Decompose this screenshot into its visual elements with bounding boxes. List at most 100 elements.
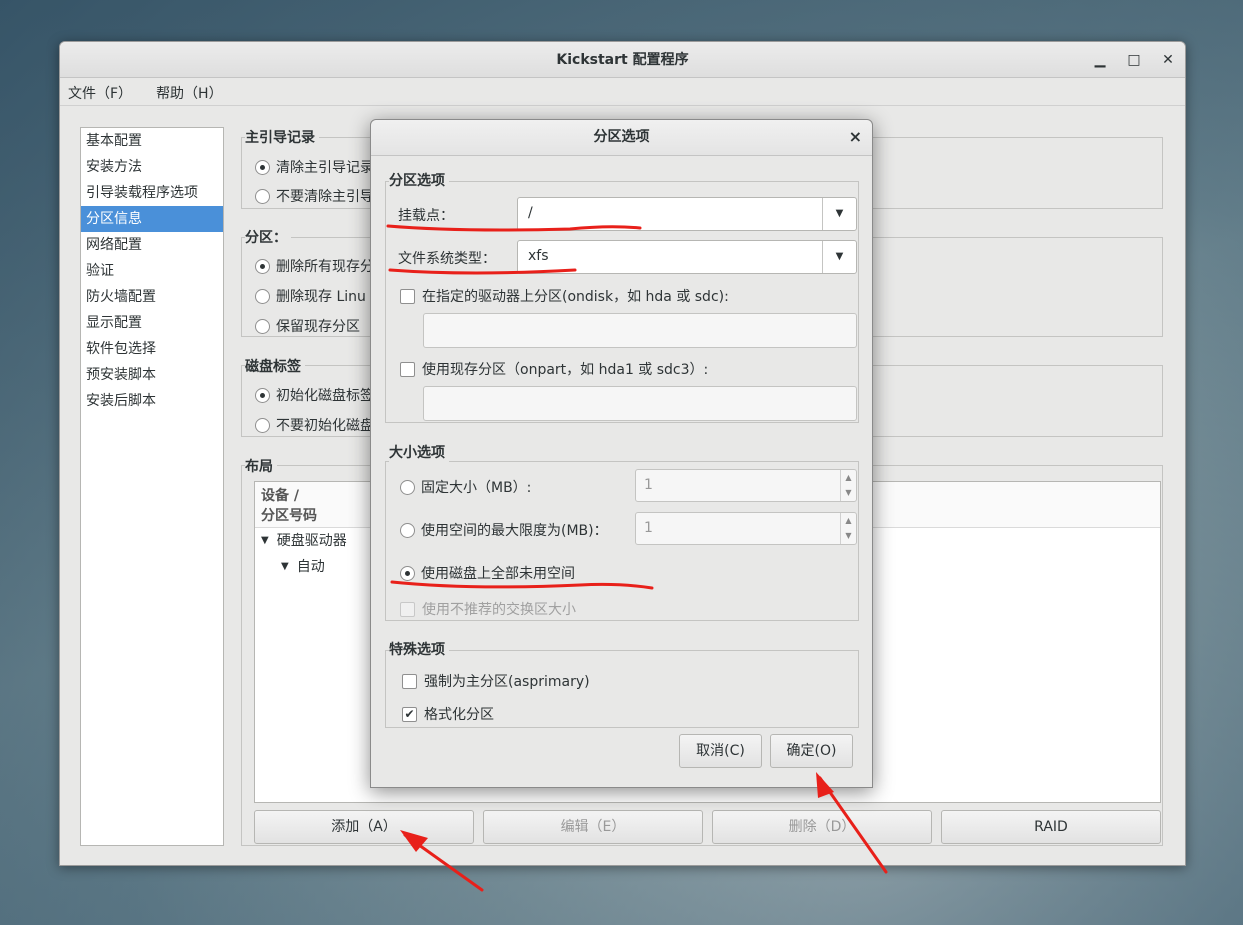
special-options-title: 特殊选项 [389,639,449,659]
radio-checked-icon [255,387,270,403]
sidebar-item-postscript[interactable]: 安装后脚本 [81,388,223,414]
mbr-keep-radio[interactable]: 不要清除主引导 [255,186,374,206]
tree-root-label: 硬盘驱动器 [276,533,347,549]
radio-checked-icon [400,565,415,581]
label-noinit-label: 不要初始化磁盘 [276,418,374,434]
ondisk-checkbox[interactable]: 在指定的驱动器上分区(ondisk，如 hda 或 sdc): [400,286,729,306]
max-size-label: 使用空间的最大限度为(MB)： [421,523,608,539]
checkbox-icon [402,673,417,689]
part-remove-all-radio[interactable]: 删除所有现存分 [255,256,374,276]
mbr-keep-label: 不要清除主引导 [276,189,374,205]
window-title: Kickstart 配置程序 [556,52,689,68]
dialog-close-icon[interactable]: × [849,120,862,154]
sidebar-item-basic[interactable]: 基本配置 [81,128,223,154]
sidebar-item-display[interactable]: 显示配置 [81,310,223,336]
part-remove-all-label: 删除所有现存分 [276,259,374,275]
expand-arrow-icon[interactable]: ▼ [281,554,289,580]
mbr-title: 主引导记录 [245,127,319,147]
sidebar-item-prescript[interactable]: 预安装脚本 [81,362,223,388]
layout-title: 布局 [245,456,277,476]
max-size-radio[interactable]: 使用空间的最大限度为(MB)： [400,520,608,540]
expand-arrow-icon[interactable]: ▼ [261,528,269,554]
sidebar-item-network[interactable]: 网络配置 [81,232,223,258]
minimize-icon[interactable]: ▁ [1091,51,1109,69]
sidebar-item-bootloader[interactable]: 引导装载程序选项 [81,180,223,206]
part-keep-label: 保留现存分区 [276,319,360,335]
fixed-size-value: 1 [644,477,653,493]
checkmark-icon: ✔ [402,706,417,722]
fixed-size-label: 固定大小（MB）: [421,480,532,496]
swap-size-checkbox[interactable]: 使用不推荐的交换区大小 [400,599,576,619]
onpart-label: 使用现存分区（onpart，如 hda1 或 sdc3）: [422,362,709,378]
layout-buttons: 添加（A） 编辑（E） 删除（D） RAID [254,810,1161,844]
mount-point-combo[interactable]: / ▼ [517,197,857,231]
sidebar-item-install-method[interactable]: 安装方法 [81,154,223,180]
part-remove-linux-radio[interactable]: 删除现存 Linu [255,286,366,306]
edit-button[interactable]: 编辑（E） [483,810,703,844]
sidebar: 基本配置 安装方法 引导装载程序选项 分区信息 网络配置 验证 防火墙配置 显示… [80,127,224,846]
part-keep-radio[interactable]: 保留现存分区 [255,316,360,336]
spinner-arrows-icon[interactable]: ▲ ▼ [840,470,856,501]
close-icon[interactable]: ✕ [1159,51,1177,69]
part-remove-linux-label: 删除现存 Linu [276,289,366,305]
sidebar-item-auth[interactable]: 验证 [81,258,223,284]
checkbox-icon [400,361,415,377]
label-init-label: 初始化磁盘标签 [276,388,374,404]
mbr-clear-radio[interactable]: 清除主引导记录 [255,157,374,177]
fill-disk-label: 使用磁盘上全部未用空间 [421,566,575,582]
menubar: 文件（F） 帮助（H） [60,78,1185,106]
mount-point-label: 挂载点： [398,208,454,224]
radio-icon [255,417,270,433]
radio-icon [255,188,270,204]
size-options-title: 大小选项 [389,442,449,462]
menu-help[interactable]: 帮助（H） [156,83,223,102]
window-titlebar: Kickstart 配置程序 ▁ □ ✕ [60,42,1185,78]
format-checkbox[interactable]: ✔ 格式化分区 [402,704,494,724]
sidebar-item-packages[interactable]: 软件包选择 [81,336,223,362]
asprimary-label: 强制为主分区(asprimary) [424,674,590,690]
radio-checked-icon [255,258,270,274]
max-size-spinner[interactable]: 1 ▲ ▼ [635,512,857,545]
ondisk-label: 在指定的驱动器上分区(ondisk，如 hda 或 sdc): [422,289,729,305]
mount-point-value: / [528,205,533,221]
asprimary-checkbox[interactable]: 强制为主分区(asprimary) [402,671,590,691]
max-size-value: 1 [644,520,653,536]
radio-icon [400,522,415,538]
fstype-combo[interactable]: xfs ▼ [517,240,857,274]
onpart-input[interactable] [423,386,857,421]
checkbox-icon [400,288,415,304]
fill-disk-radio[interactable]: 使用磁盘上全部未用空间 [400,563,575,583]
partition-options-title: 分区选项 [389,170,449,190]
radio-icon [255,318,270,334]
dropdown-arrow-icon[interactable]: ▼ [822,241,856,273]
fstype-label: 文件系统类型： [398,251,496,267]
radio-icon [400,479,415,495]
swap-size-label: 使用不推荐的交换区大小 [422,602,576,618]
radio-icon [255,288,270,304]
tree-child-label: 自动 [296,559,325,575]
sidebar-item-partition[interactable]: 分区信息 [81,206,223,232]
radio-checked-icon [255,159,270,175]
format-label: 格式化分区 [424,707,494,723]
label-init-radio[interactable]: 初始化磁盘标签 [255,385,374,405]
fixed-size-spinner[interactable]: 1 ▲ ▼ [635,469,857,502]
add-button[interactable]: 添加（A） [254,810,474,844]
raid-button[interactable]: RAID [941,810,1161,844]
fixed-size-radio[interactable]: 固定大小（MB）: [400,477,531,497]
spinner-arrows-icon[interactable]: ▲ ▼ [840,513,856,544]
maximize-icon[interactable]: □ [1125,51,1143,69]
partition-title: 分区： [245,227,291,247]
cancel-button[interactable]: 取消(C) [679,734,762,768]
dropdown-arrow-icon[interactable]: ▼ [822,198,856,230]
menu-file[interactable]: 文件（F） [68,83,132,102]
ok-button[interactable]: 确定(O) [770,734,853,768]
sidebar-item-firewall[interactable]: 防火墙配置 [81,284,223,310]
delete-button[interactable]: 删除（D） [712,810,932,844]
fstype-value: xfs [528,248,549,264]
onpart-checkbox[interactable]: 使用现存分区（onpart，如 hda1 或 sdc3）: [400,359,708,379]
ondisk-input[interactable] [423,313,857,348]
label-noinit-radio[interactable]: 不要初始化磁盘 [255,415,374,435]
dialog-titlebar: 分区选项 × [371,120,872,156]
disklabel-title: 磁盘标签 [245,356,305,376]
partition-options-dialog: 分区选项 × 分区选项 挂载点： / ▼ 文件系统类型： xfs ▼ 在指定的驱… [370,119,873,788]
